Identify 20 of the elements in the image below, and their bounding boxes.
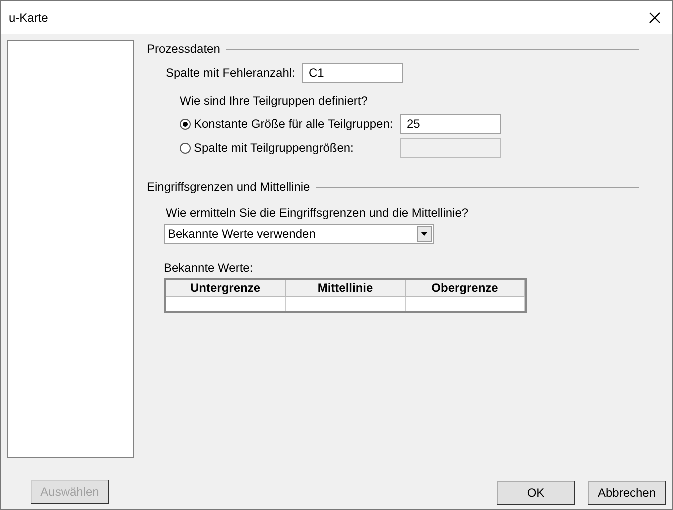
column-header: Untergrenze xyxy=(166,280,286,297)
method-dropdown[interactable]: Bekannte Werte verwenden xyxy=(164,224,434,244)
column-header: Mittellinie xyxy=(286,280,406,297)
radio-button[interactable] xyxy=(180,118,191,130)
window-title: u-Karte xyxy=(9,10,48,26)
question-text: Wie sind Ihre Teilgruppen definiert? xyxy=(180,93,369,110)
input-field[interactable]: 25 xyxy=(400,114,501,134)
group-title: Prozessdaten xyxy=(147,41,220,58)
known-values-table[interactable]: Untergrenze Mittellinie Obergrenze xyxy=(164,278,527,313)
input-field[interactable]: C1 xyxy=(302,63,403,83)
group-title: Eingriffsgrenzen und Mittellinie xyxy=(147,179,310,196)
field-label: Spalte mit Fehleranzahl: xyxy=(166,65,296,82)
column-header: Obergrenze xyxy=(406,280,525,297)
table-label: Bekannte Werte: xyxy=(164,260,254,277)
column-list[interactable] xyxy=(7,40,134,458)
dialog-button[interactable]: OK xyxy=(497,481,575,505)
dialog-button[interactable]: Abbrechen xyxy=(588,481,666,505)
radio-label[interactable]: Konstante Größe für alle Teilgruppen: xyxy=(194,115,400,133)
close-icon[interactable] xyxy=(649,12,661,24)
question-text: Wie ermitteln Sie die Eingriffsgrenzen und die Mittellinie? xyxy=(166,205,470,222)
